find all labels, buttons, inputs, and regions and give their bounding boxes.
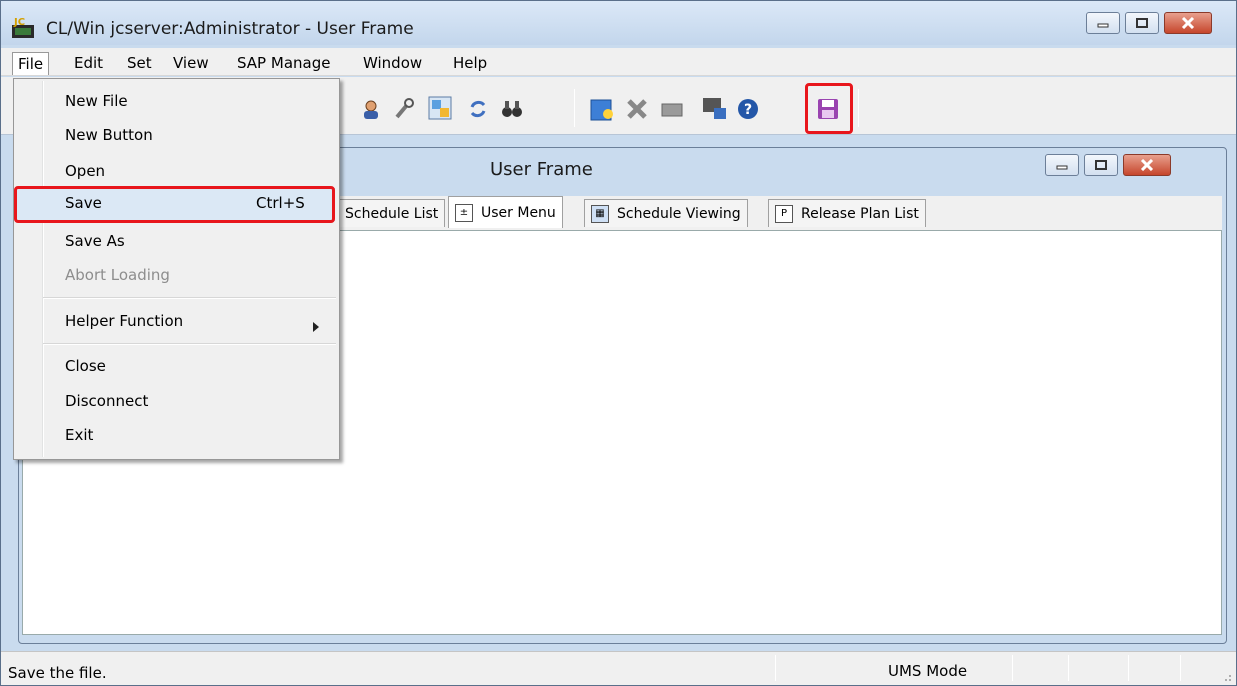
menu-sap-manage[interactable]: SAP Manage [232, 52, 335, 74]
menu-item-disconnect[interactable]: Disconnect [65, 392, 148, 410]
blank-icon[interactable] [660, 97, 684, 121]
submenu-arrow-icon [313, 318, 319, 336]
maximize-button[interactable] [1125, 12, 1159, 34]
status-divider [1128, 655, 1129, 681]
menu-item-helper-function[interactable]: Helper Function [65, 312, 183, 330]
menu-item-save-as[interactable]: Save As [65, 232, 125, 250]
menu-item-new-button[interactable]: New Button [65, 126, 153, 144]
tab-schedule-viewing[interactable]: ▦ Schedule Viewing [584, 199, 748, 227]
toolbar-separator [858, 89, 859, 127]
menu-separator [43, 343, 336, 345]
maximize-icon [1126, 13, 1158, 33]
restore-icon [1085, 155, 1117, 175]
child-maximize-button[interactable] [1084, 154, 1118, 176]
calendar-icon: ▦ [591, 204, 609, 223]
child-minimize-button[interactable] [1045, 154, 1079, 176]
status-divider [1180, 655, 1181, 681]
menu-separator [43, 297, 336, 299]
menu-view[interactable]: View [168, 52, 214, 74]
menu-edit[interactable]: Edit [69, 52, 108, 74]
tab-label: Schedule List [345, 205, 439, 222]
child-close-button[interactable] [1123, 154, 1171, 176]
window-title: CL/Win jcserver:Administrator - User Fra… [46, 19, 414, 39]
minimize-icon [1046, 155, 1078, 175]
app-logo-text: JC [13, 17, 25, 28]
save-toolbar-highlight [805, 83, 853, 134]
close-button[interactable] [1164, 12, 1212, 34]
tab-user-menu[interactable]: ± User Menu [448, 196, 563, 228]
user-menu-icon: ± [455, 203, 473, 222]
status-divider [1068, 655, 1069, 681]
menu-file[interactable]: File [12, 52, 50, 75]
status-divider [775, 655, 776, 681]
tab-label: User Menu [481, 204, 556, 221]
status-bar [1, 651, 1236, 685]
menu-item-abort-loading: Abort Loading [65, 266, 170, 284]
tab-label: Release Plan List [801, 205, 919, 222]
tab-schedule-list[interactable]: Schedule List [338, 199, 446, 227]
status-divider [1012, 655, 1013, 681]
status-mode: UMS Mode [888, 662, 968, 680]
close-icon [1124, 155, 1170, 175]
menu-bar-items: File Edit Set View SAP Manage Window Hel… [0, 48, 1237, 76]
menu-window[interactable]: Window [358, 52, 427, 74]
toolbar-separator [574, 89, 575, 127]
tab-label: Schedule Viewing [617, 205, 741, 222]
menu-item-open[interactable]: Open [65, 162, 105, 180]
help-icon[interactable]: ? [736, 97, 760, 121]
minimize-button[interactable] [1086, 12, 1120, 34]
new-item-icon[interactable] [589, 96, 613, 121]
status-message: Save the file. [8, 664, 107, 682]
child-window-title: User Frame [490, 159, 593, 180]
tools-icon[interactable] [393, 97, 417, 121]
menu-item-exit[interactable]: Exit [65, 426, 93, 444]
menu-set[interactable]: Set [122, 52, 157, 74]
binoculars-icon[interactable] [500, 97, 524, 121]
delete-icon[interactable] [625, 97, 649, 121]
menu-help[interactable]: Help [448, 52, 492, 74]
app-logo-icon: JC [12, 16, 34, 38]
job-icon[interactable] [702, 95, 726, 119]
close-icon [1165, 13, 1211, 33]
layout-icon[interactable] [427, 95, 452, 120]
tab-release-plan-list[interactable]: P Release Plan List [768, 199, 926, 227]
user-icon[interactable] [359, 97, 383, 121]
resize-grip-icon[interactable] [1220, 668, 1232, 686]
svg-text:?: ? [744, 102, 752, 118]
refresh-icon[interactable] [466, 97, 490, 121]
save-menu-highlight [14, 186, 335, 223]
menu-item-new-file[interactable]: New File [65, 92, 128, 110]
release-plan-icon: P [775, 204, 793, 223]
minimize-icon [1087, 13, 1119, 33]
menu-item-close[interactable]: Close [65, 357, 106, 375]
file-menu-items: New File New Button Open Save Ctrl+S Sav… [13, 78, 340, 460]
